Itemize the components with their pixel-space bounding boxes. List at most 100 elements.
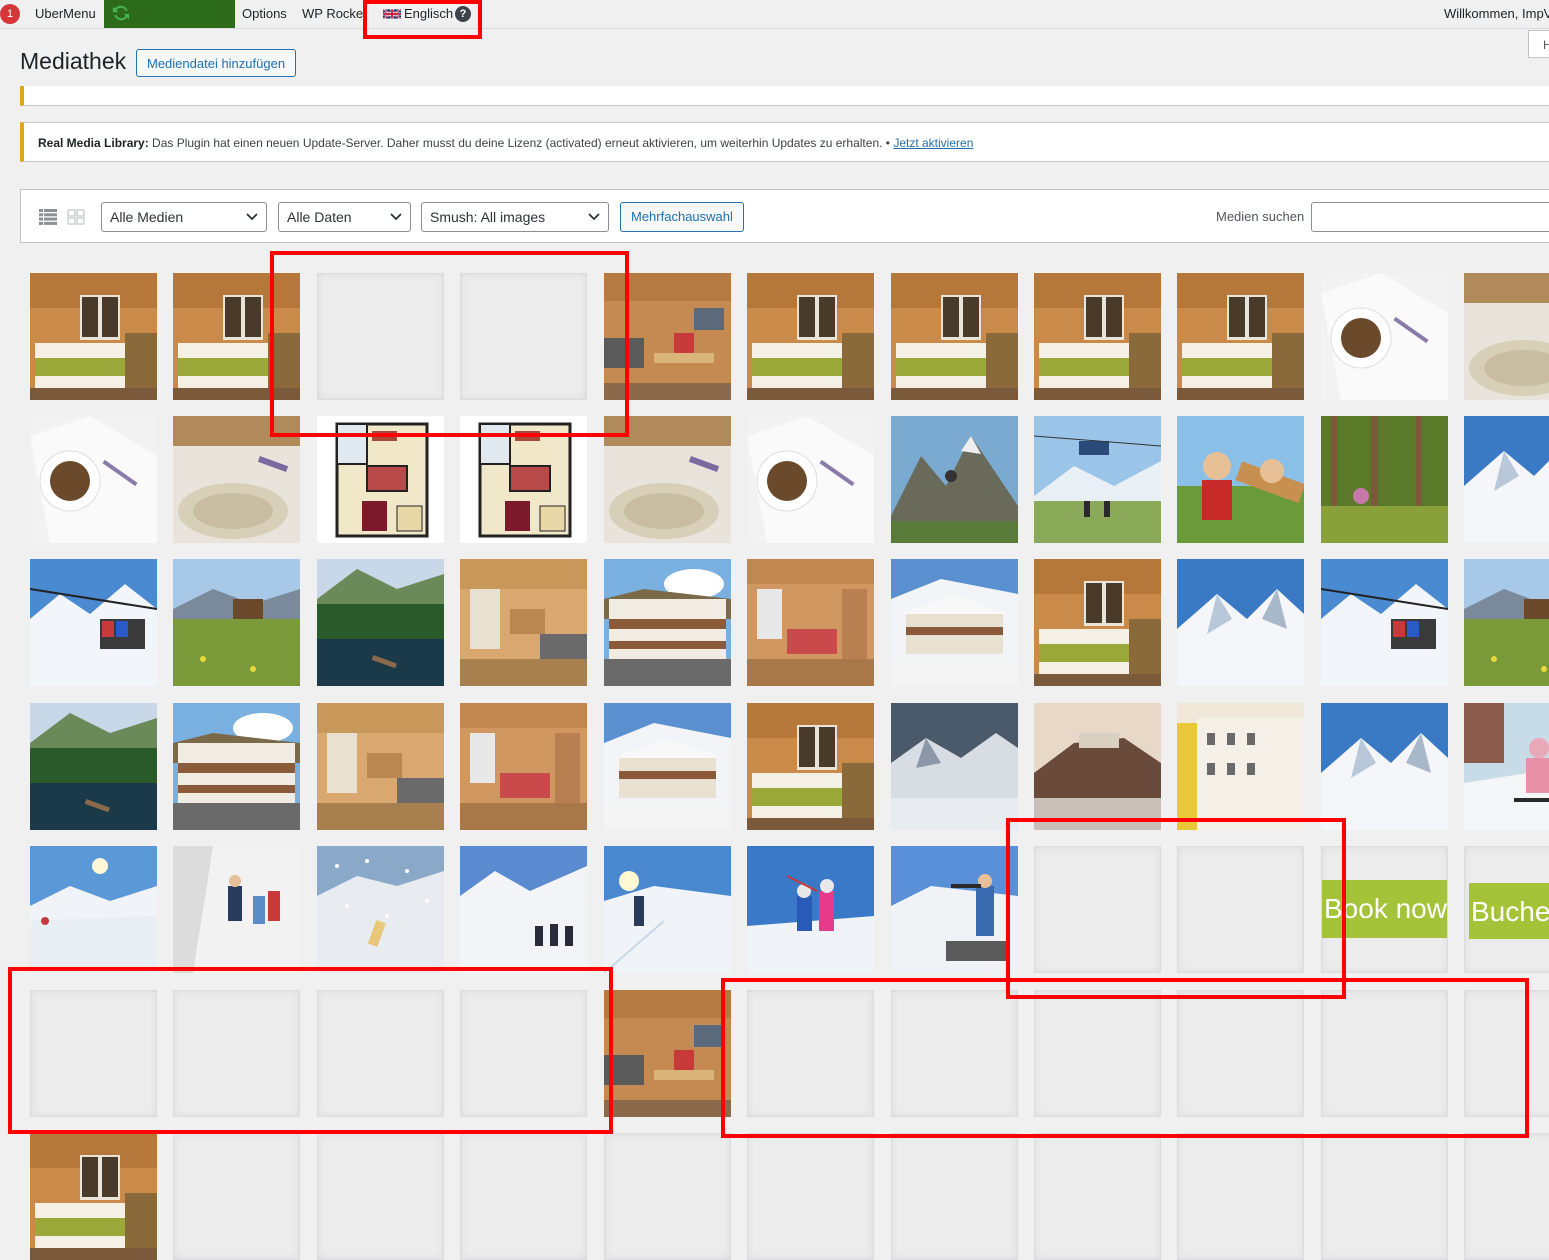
media-thumbnail[interactable]: [891, 416, 1018, 543]
add-media-button[interactable]: Mediendatei hinzufügen: [136, 49, 296, 77]
media-thumbnail[interactable]: [604, 559, 731, 686]
grid-view-icon[interactable]: [67, 209, 85, 225]
activate-link[interactable]: Jetzt aktivieren: [893, 136, 973, 150]
media-thumbnail[interactable]: [1321, 559, 1448, 686]
language-switcher[interactable]: Englisch: [404, 0, 453, 28]
media-thumbnail[interactable]: [747, 703, 874, 830]
thumbnail-image: [173, 273, 300, 400]
media-thumbnail-placeholder[interactable]: [604, 1133, 731, 1260]
media-thumbnail-placeholder[interactable]: [173, 1133, 300, 1260]
media-thumbnail[interactable]: [604, 416, 731, 543]
media-thumbnail[interactable]: [891, 273, 1018, 400]
media-thumbnail-placeholder[interactable]: [460, 273, 587, 400]
thumbnail-image: [173, 559, 300, 686]
media-thumbnail[interactable]: [173, 273, 300, 400]
media-thumbnail[interactable]: [317, 416, 444, 543]
media-thumbnail-placeholder[interactable]: [1321, 1133, 1448, 1260]
media-thumbnail[interactable]: [1177, 703, 1304, 830]
media-thumbnail-placeholder[interactable]: [891, 1133, 1018, 1260]
media-thumbnail-placeholder[interactable]: [317, 1133, 444, 1260]
search-input[interactable]: [1311, 202, 1549, 232]
media-thumbnail-placeholder[interactable]: [317, 273, 444, 400]
media-thumbnail[interactable]: [1464, 559, 1549, 686]
media-thumbnail[interactable]: [1034, 559, 1161, 686]
media-thumbnail[interactable]: [1464, 703, 1549, 830]
media-thumbnail[interactable]: [173, 559, 300, 686]
media-thumbnail-banner[interactable]: Book now: [1321, 846, 1448, 973]
date-filter[interactable]: Alle Daten: [278, 202, 411, 232]
media-thumbnail[interactable]: [1177, 416, 1304, 543]
admin-bar-item-options[interactable]: Options: [242, 0, 287, 28]
screen-options-tab[interactable]: H: [1528, 30, 1549, 58]
media-thumbnail[interactable]: [460, 846, 587, 973]
media-thumbnail[interactable]: [173, 416, 300, 543]
media-thumbnail[interactable]: [604, 273, 731, 400]
media-thumbnail[interactable]: [1321, 273, 1448, 400]
media-thumbnail-placeholder[interactable]: [1177, 1133, 1304, 1260]
media-thumbnail[interactable]: [1034, 273, 1161, 400]
media-thumbnail[interactable]: [460, 416, 587, 543]
chevron-down-icon: [390, 212, 402, 222]
thumbnail-image: [747, 273, 874, 400]
smush-filter[interactable]: Smush: All images: [421, 202, 609, 232]
media-thumbnail[interactable]: [747, 846, 874, 973]
media-thumbnail[interactable]: [604, 846, 731, 973]
media-thumbnail-placeholder[interactable]: [1321, 990, 1448, 1117]
media-thumbnail[interactable]: [891, 703, 1018, 830]
media-thumbnail-placeholder[interactable]: [1034, 990, 1161, 1117]
media-thumbnail-placeholder[interactable]: [1034, 846, 1161, 973]
media-thumbnail[interactable]: [173, 703, 300, 830]
media-thumbnail[interactable]: [30, 1133, 157, 1260]
media-thumbnail-placeholder[interactable]: [460, 1133, 587, 1260]
list-view-icon[interactable]: [39, 209, 57, 225]
admin-bar-item-sync[interactable]: [104, 0, 235, 28]
media-thumbnail[interactable]: [604, 703, 731, 830]
media-thumbnail-banner[interactable]: Buche: [1464, 846, 1549, 973]
media-thumbnail[interactable]: [604, 990, 731, 1117]
media-thumbnail-placeholder[interactable]: [747, 990, 874, 1117]
admin-bar-item-wp-rocket[interactable]: WP Rocket: [302, 0, 367, 28]
media-thumbnail-placeholder[interactable]: [1034, 1133, 1161, 1260]
media-thumbnail-placeholder[interactable]: [173, 990, 300, 1117]
media-thumbnail-placeholder[interactable]: [30, 990, 157, 1117]
media-thumbnail[interactable]: [173, 846, 300, 973]
media-thumbnail[interactable]: [317, 559, 444, 686]
media-thumbnail[interactable]: [30, 846, 157, 973]
media-thumbnail[interactable]: [317, 846, 444, 973]
media-thumbnail[interactable]: [30, 703, 157, 830]
media-thumbnail[interactable]: [891, 846, 1018, 973]
admin-bar-item-ubermenu[interactable]: UberMenu: [35, 0, 96, 28]
media-thumbnail-placeholder[interactable]: [891, 990, 1018, 1117]
media-thumbnail-placeholder[interactable]: [460, 990, 587, 1117]
bulk-select-button[interactable]: Mehrfachauswahl: [620, 202, 744, 232]
media-thumbnail[interactable]: [30, 559, 157, 686]
media-thumbnail[interactable]: [1034, 703, 1161, 830]
media-thumbnail[interactable]: [460, 559, 587, 686]
media-thumbnail[interactable]: [1464, 416, 1549, 543]
media-thumbnail[interactable]: [747, 559, 874, 686]
media-thumbnail[interactable]: [1177, 559, 1304, 686]
welcome-user[interactable]: Willkommen, ImpV: [1444, 0, 1549, 28]
media-thumbnail[interactable]: [1034, 416, 1161, 543]
media-thumbnail-placeholder[interactable]: [747, 1133, 874, 1260]
media-thumbnail-placeholder[interactable]: [317, 990, 444, 1117]
thumbnail-image: [1177, 273, 1304, 400]
media-thumbnail[interactable]: [1321, 416, 1448, 543]
help-icon[interactable]: ?: [455, 6, 471, 22]
media-thumbnail[interactable]: [317, 703, 444, 830]
media-thumbnail[interactable]: [747, 416, 874, 543]
media-thumbnail[interactable]: [30, 273, 157, 400]
media-thumbnail[interactable]: [1321, 703, 1448, 830]
media-thumbnail[interactable]: [1464, 273, 1549, 400]
notification-badge[interactable]: 1: [0, 4, 20, 24]
media-thumbnail[interactable]: [460, 703, 587, 830]
media-thumbnail-placeholder[interactable]: [1464, 990, 1549, 1117]
media-thumbnail[interactable]: [747, 273, 874, 400]
media-thumbnail-placeholder[interactable]: [1177, 990, 1304, 1117]
media-thumbnail-placeholder[interactable]: [1464, 1133, 1549, 1260]
media-thumbnail-placeholder[interactable]: [1177, 846, 1304, 973]
media-type-filter[interactable]: Alle Medien: [101, 202, 267, 232]
media-thumbnail[interactable]: [891, 559, 1018, 686]
media-thumbnail[interactable]: [30, 416, 157, 543]
media-thumbnail[interactable]: [1177, 273, 1304, 400]
